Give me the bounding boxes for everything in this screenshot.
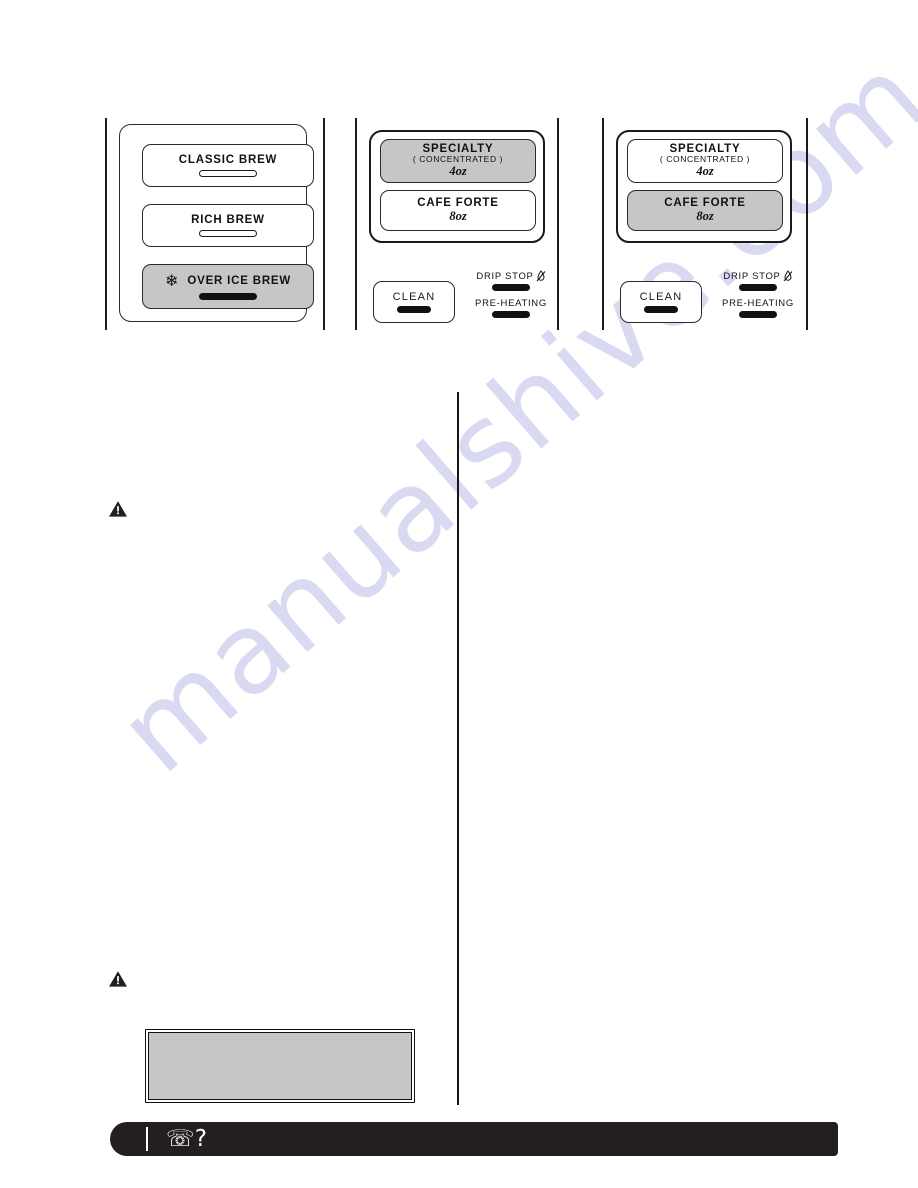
- note-box: [144, 1028, 416, 1104]
- warning-triangle-icon: [109, 971, 127, 987]
- drip-stop-indicator: DRIP STOP: [712, 270, 804, 291]
- cafe-forte-label: CAFE FORTE: [664, 197, 746, 210]
- cafe-forte-label: CAFE FORTE: [417, 197, 499, 210]
- rich-brew-led: [199, 229, 257, 237]
- telephone-icon: ☏?: [166, 1125, 207, 1152]
- specialty-size: 4oz: [696, 164, 714, 179]
- classic-brew-panel: CLASSIC BREW RICH BREW ❄ OVER ICE BREW: [105, 118, 325, 330]
- drip-stop-icon: [783, 270, 792, 282]
- control-panel-illustrations: CLASSIC BREW RICH BREW ❄ OVER ICE BREW S…: [0, 0, 918, 340]
- panel-right-edge: [323, 118, 325, 330]
- brew-size-group: SPECIALTY ( CONCENTRATED ) 4oz CAFE FORT…: [369, 130, 545, 243]
- clean-button[interactable]: CLEAN: [373, 281, 455, 323]
- drip-stop-led: [739, 284, 777, 291]
- pre-heating-label: PRE-HEATING: [722, 298, 794, 309]
- pre-heating-indicator: PRE-HEATING: [712, 298, 804, 318]
- panel-left-edge: [355, 118, 357, 330]
- classic-brew-label: CLASSIC BREW: [178, 154, 278, 167]
- specialty-button[interactable]: SPECIALTY ( CONCENTRATED ) 4oz: [380, 139, 536, 183]
- help-bar-rule: [146, 1127, 148, 1151]
- classic-brew-button[interactable]: CLASSIC BREW: [142, 144, 314, 187]
- drip-stop-label-row: DRIP STOP: [476, 270, 545, 282]
- panel-left-edge: [602, 118, 604, 330]
- cafe-forte-size: 8oz: [696, 209, 714, 224]
- pre-heating-led: [739, 311, 777, 318]
- drip-stop-led: [492, 284, 530, 291]
- clean-led: [397, 306, 431, 313]
- cafe-forte-button[interactable]: CAFE FORTE 8oz: [380, 190, 536, 231]
- clean-led: [644, 306, 678, 313]
- panel-right-edge: [806, 118, 808, 330]
- over-ice-brew-label: OVER ICE BREW: [187, 275, 292, 288]
- cafe-forte-size: 8oz: [449, 209, 467, 224]
- help-bar[interactable]: ☏?: [110, 1122, 838, 1156]
- indicator-stack: DRIP STOP PRE-HEATING: [465, 270, 557, 325]
- question-mark: ?: [194, 1125, 207, 1152]
- panel-body-shell: CLASSIC BREW RICH BREW ❄ OVER ICE BREW: [119, 124, 314, 322]
- drip-stop-label: DRIP STOP: [476, 270, 534, 282]
- specialty-sublabel: ( CONCENTRATED ): [659, 153, 751, 164]
- pre-heating-label: PRE-HEATING: [475, 298, 547, 309]
- brew-size-group: SPECIALTY ( CONCENTRATED ) 4oz CAFE FORT…: [616, 130, 792, 243]
- drip-stop-label-row: DRIP STOP: [723, 270, 792, 282]
- pre-heating-indicator: PRE-HEATING: [465, 298, 557, 318]
- classic-brew-led: [199, 169, 257, 177]
- cafe-forte-button[interactable]: CAFE FORTE 8oz: [627, 190, 783, 231]
- drip-stop-label: DRIP STOP: [723, 270, 781, 282]
- rich-brew-button[interactable]: RICH BREW: [142, 204, 314, 247]
- column-divider: [457, 392, 459, 1105]
- over-ice-brew-led: [199, 292, 257, 300]
- warning-triangle-icon: [109, 501, 127, 517]
- clean-label: CLEAN: [392, 291, 436, 303]
- clean-button[interactable]: CLEAN: [620, 281, 702, 323]
- telephone-glyph: ☏: [166, 1125, 195, 1152]
- drip-stop-indicator: DRIP STOP: [465, 270, 557, 291]
- panel-left-edge: [105, 118, 107, 330]
- indicator-stack: DRIP STOP PRE-HEATING: [712, 270, 804, 325]
- specialty-selected-panel: SPECIALTY ( CONCENTRATED ) 4oz CAFE FORT…: [355, 118, 563, 338]
- specialty-sublabel: ( CONCENTRATED ): [412, 153, 504, 164]
- snowflake-icon: ❄: [164, 272, 179, 290]
- panel-right-edge: [557, 118, 559, 330]
- specialty-button[interactable]: SPECIALTY ( CONCENTRATED ) 4oz: [627, 139, 783, 183]
- clean-label: CLEAN: [639, 291, 683, 303]
- over-ice-brew-button[interactable]: ❄ OVER ICE BREW: [142, 264, 314, 309]
- pre-heating-led: [492, 311, 530, 318]
- cafe-forte-selected-panel: SPECIALTY ( CONCENTRATED ) 4oz CAFE FORT…: [602, 118, 812, 338]
- rich-brew-label: RICH BREW: [191, 214, 265, 227]
- specialty-size: 4oz: [449, 164, 467, 179]
- drip-stop-icon: [536, 270, 545, 282]
